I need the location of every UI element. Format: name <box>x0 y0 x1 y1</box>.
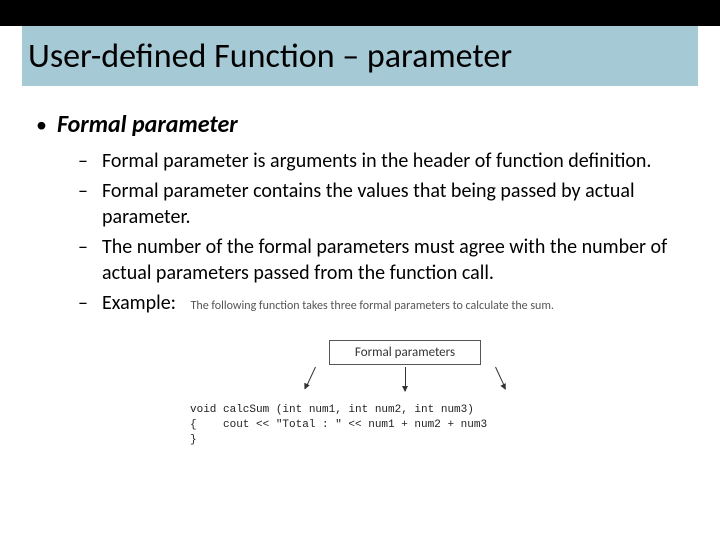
list-item: – Formal parameter is arguments in the h… <box>78 148 684 174</box>
arrow-down-icon <box>405 367 406 391</box>
content-area: • Formal parameter – Formal parameter is… <box>36 110 684 323</box>
code-line: void calcSum (int num1, int num2, int nu… <box>190 404 474 416</box>
dash-icon: – <box>78 148 92 174</box>
point-text: Example: The following function takes th… <box>102 290 554 319</box>
arrow-down-icon <box>495 367 506 389</box>
formal-params-box: Formal parameters <box>329 340 481 365</box>
slide-title: User-defined Function – parameter <box>22 36 512 77</box>
point-text: The number of the formal parameters must… <box>102 234 684 286</box>
example-caption: The following function takes three forma… <box>191 299 554 313</box>
top-black-strip <box>0 0 720 26</box>
code-line: { cout << "Total : " << num1 + num2 + nu… <box>190 419 487 431</box>
list-item: – Formal parameter contains the values t… <box>78 178 684 230</box>
code-block: void calcSum (int num1, int num2, int nu… <box>190 403 580 448</box>
bullet-level1: • Formal parameter <box>36 110 684 140</box>
arrow-down-icon <box>304 367 315 389</box>
arrows-row <box>230 367 580 397</box>
dash-icon: – <box>78 290 92 316</box>
dash-icon: – <box>78 234 92 260</box>
list-item: – The number of the formal parameters mu… <box>78 234 684 286</box>
slide: User-defined Function – parameter • Form… <box>0 0 720 540</box>
code-diagram: Formal parameters void calcSum (int num1… <box>230 340 580 448</box>
point-text: Formal parameter contains the values tha… <box>102 178 684 230</box>
code-line: } <box>190 434 197 446</box>
sublist: – Formal parameter is arguments in the h… <box>78 148 684 319</box>
list-item: – Example: The following function takes … <box>78 290 684 319</box>
title-box: User-defined Function – parameter <box>22 26 698 86</box>
heading-text: Formal parameter <box>57 110 238 140</box>
example-label: Example: <box>102 291 176 315</box>
bullet-dot-icon: • <box>36 110 47 140</box>
point-text: Formal parameter is arguments in the hea… <box>102 148 651 174</box>
dash-icon: – <box>78 178 92 204</box>
